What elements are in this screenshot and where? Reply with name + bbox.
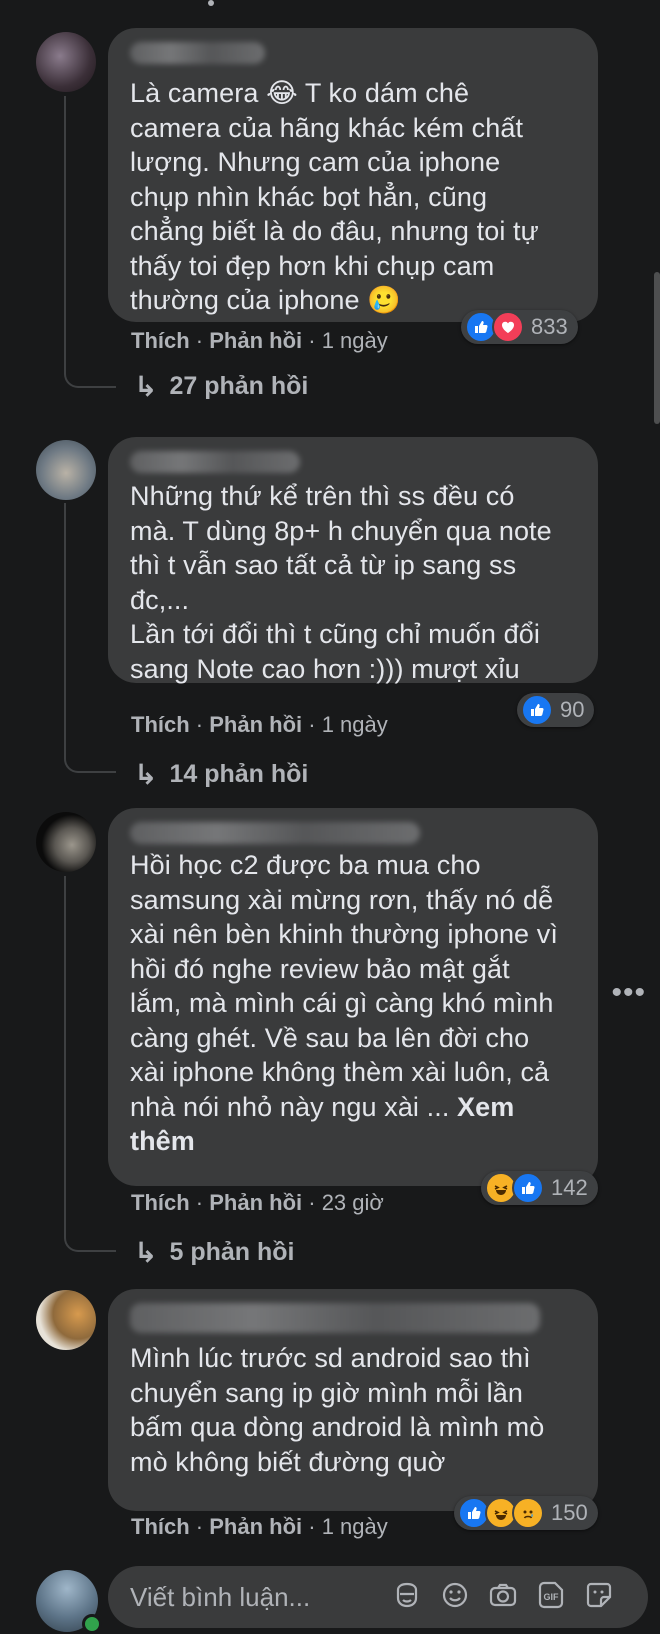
comment-actions: Thích · Phản hồi · 23 giờ — [131, 1190, 384, 1216]
comment-bubble: Mình lúc trước sd android sao thì chuyển… — [108, 1289, 598, 1511]
composer-toolbar: GIF — [390, 1578, 616, 1612]
comment-actions: Thích · Phản hồi · 1 ngày — [131, 1514, 388, 1540]
timestamp[interactable]: 23 giờ — [322, 1190, 384, 1215]
like-button[interactable]: Thích — [131, 712, 190, 737]
like-button[interactable]: Thích — [131, 1514, 190, 1539]
reply-button[interactable]: Phản hồi — [209, 1514, 302, 1539]
reaction-summary[interactable]: 90 — [517, 693, 595, 727]
separator: · — [189, 328, 210, 353]
reaction-count: 90 — [560, 697, 585, 722]
view-replies-link[interactable]: ↳ 5 phản hồi — [134, 1236, 294, 1269]
reply-button[interactable]: Phản hồi — [209, 1190, 302, 1215]
view-replies-link[interactable]: ↳ 27 phản hồi — [134, 370, 308, 403]
thread-connector — [64, 503, 116, 773]
reply-button[interactable]: Phản hồi — [209, 328, 302, 353]
comment-body: Hồi học c2 được ba mua cho samsung xài m… — [130, 850, 558, 1122]
reaction-count: 833 — [531, 314, 568, 339]
replies-count: 27 phản hồi — [169, 372, 309, 400]
reaction-count: 142 — [551, 1175, 588, 1200]
comment-actions: Thích · Phản hồi · 1 ngày — [131, 712, 388, 738]
timestamp[interactable]: 1 ngày — [322, 712, 388, 737]
gif-icon[interactable]: GIF — [534, 1578, 568, 1612]
sad-reaction-icon — [512, 1497, 544, 1529]
view-replies-link[interactable]: ↳ 14 phản hồi — [134, 758, 308, 791]
comment-actions: Thích · Phản hồi · 1 ngày — [131, 328, 388, 354]
comment-bubble: Là camera 😂 T ko dám chê camera của hãng… — [108, 28, 598, 322]
top-indicator — [208, 0, 214, 6]
reaction-count: 150 — [551, 1500, 588, 1525]
separator: · — [302, 712, 322, 737]
author-name-redacted[interactable] — [130, 42, 265, 64]
timestamp[interactable]: 1 ngày — [322, 328, 388, 353]
reply-arrow-icon: ↳ — [134, 371, 158, 402]
avatar[interactable] — [36, 1290, 96, 1350]
separator: · — [189, 1514, 210, 1539]
replies-count: 5 phản hồi — [169, 1238, 295, 1266]
separator: · — [189, 712, 210, 737]
comment-text: Hồi học c2 được ba mua cho samsung xài m… — [130, 848, 576, 1159]
love-reaction-icon — [492, 311, 524, 343]
timestamp[interactable]: 1 ngày — [322, 1514, 388, 1539]
reaction-summary[interactable]: 150 — [454, 1496, 598, 1530]
comment-composer: Viết bình luận... GIF — [0, 1562, 660, 1634]
like-button[interactable]: Thích — [131, 1190, 190, 1215]
author-name-redacted[interactable] — [130, 822, 420, 844]
comment-text: Mình lúc trước sd android sao thì chuyển… — [130, 1343, 545, 1477]
reaction-summary[interactable]: 142 — [481, 1171, 598, 1205]
more-options-icon[interactable]: ••• — [611, 978, 646, 1008]
thread-connector — [64, 876, 116, 1252]
reply-arrow-icon: ↳ — [134, 1237, 158, 1268]
scrollbar[interactable] — [654, 272, 660, 424]
avatar[interactable] — [36, 812, 96, 872]
online-status-dot — [82, 1614, 102, 1634]
avatar[interactable] — [36, 440, 96, 500]
separator: · — [302, 1514, 322, 1539]
sticker-icon[interactable] — [582, 1578, 616, 1612]
reaction-summary[interactable]: 833 — [461, 310, 578, 344]
svg-text:GIF: GIF — [544, 1592, 560, 1602]
comment-bubble: Hồi học c2 được ba mua cho samsung xài m… — [108, 808, 598, 1186]
comment-text: Những thứ kể trên thì ss đều có mà. T dù… — [130, 481, 552, 684]
author-name-redacted[interactable] — [130, 451, 300, 473]
emoji-icon[interactable] — [438, 1578, 472, 1612]
separator: · — [302, 1190, 322, 1215]
camera-icon[interactable] — [486, 1578, 520, 1612]
avatar[interactable] — [36, 32, 96, 92]
reply-arrow-icon: ↳ — [134, 759, 158, 790]
like-reaction-icon — [521, 694, 553, 726]
separator: · — [189, 1190, 210, 1215]
like-button[interactable]: Thích — [131, 328, 190, 353]
like-reaction-icon — [512, 1172, 544, 1204]
comment-bubble: Những thứ kể trên thì ss đều có mà. T dù… — [108, 437, 598, 684]
avatar-sticker-icon[interactable] — [390, 1578, 424, 1612]
replies-count: 14 phản hồi — [169, 760, 309, 788]
separator: · — [302, 328, 322, 353]
author-name-redacted[interactable] — [130, 1303, 540, 1333]
reply-button[interactable]: Phản hồi — [209, 712, 302, 737]
comment-input-placeholder: Viết bình luận... — [130, 1581, 311, 1612]
comment-text: Là camera 😂 T ko dám chê camera của hãng… — [130, 78, 539, 315]
thread-connector — [64, 96, 116, 388]
